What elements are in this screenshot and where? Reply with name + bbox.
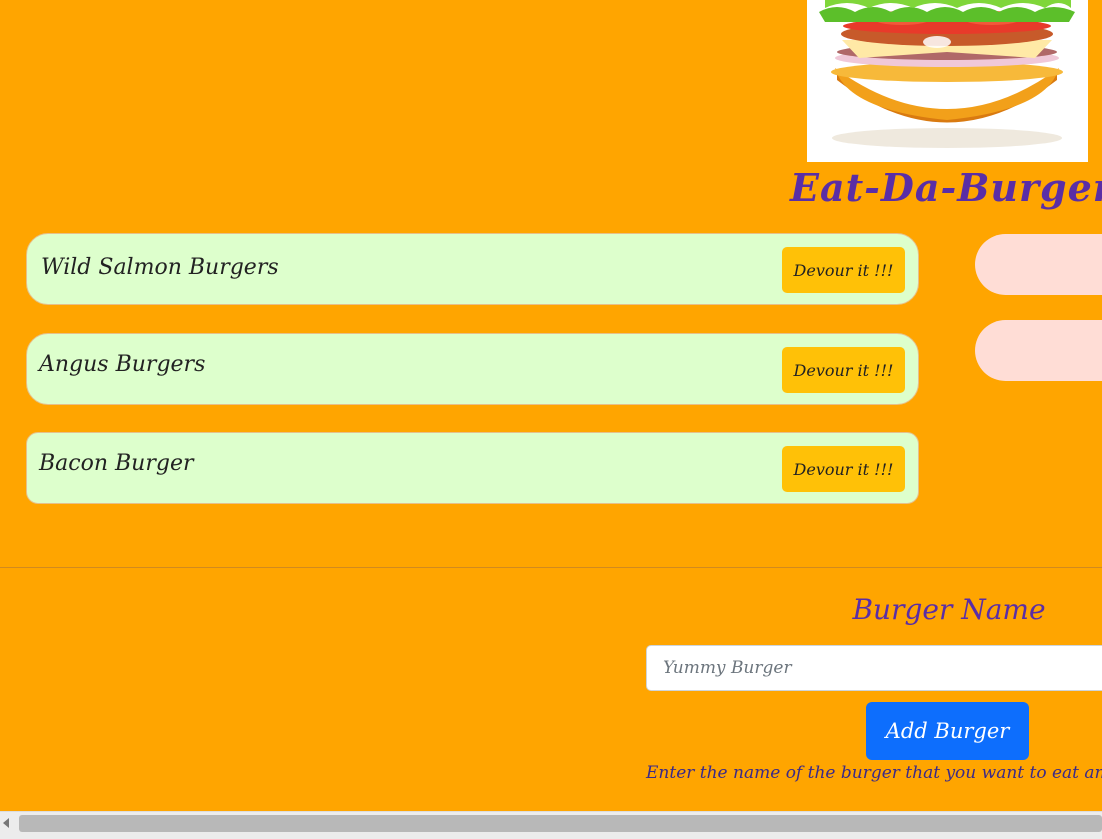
devour-button[interactable]: Devour it !!! <box>782 347 905 393</box>
devour-button[interactable]: Devour it !!! <box>782 446 905 492</box>
burger-name: Angus Burgers <box>39 352 206 377</box>
burger-name: Bacon Burger <box>39 451 194 476</box>
burger-name-input[interactable] <box>646 645 1102 691</box>
devoured-burger-item <box>975 234 1102 295</box>
scroll-left-arrow-icon[interactable] <box>3 818 9 828</box>
burger-icon <box>807 0 1088 162</box>
burger-card: Angus Burgers Devour it !!! <box>26 333 919 405</box>
horizontal-scrollbar[interactable] <box>0 811 1102 839</box>
scrollbar-thumb[interactable] <box>19 815 1102 832</box>
burger-name-label: Burger Name <box>852 593 1046 626</box>
devoured-burger-item <box>975 320 1102 381</box>
page-title: Eat-Da-Burger! <box>790 165 1102 210</box>
form-help-text: Enter the name of the burger that you wa… <box>646 763 1102 783</box>
burger-card: Wild Salmon Burgers Devour it !!! <box>26 233 919 305</box>
burger-hero-image <box>807 0 1088 162</box>
section-divider <box>0 567 1102 568</box>
burger-name: Wild Salmon Burgers <box>41 255 279 280</box>
burger-card: Bacon Burger Devour it !!! <box>26 432 919 504</box>
devour-button[interactable]: Devour it !!! <box>782 247 905 293</box>
add-burger-button[interactable]: Add Burger <box>866 702 1029 760</box>
